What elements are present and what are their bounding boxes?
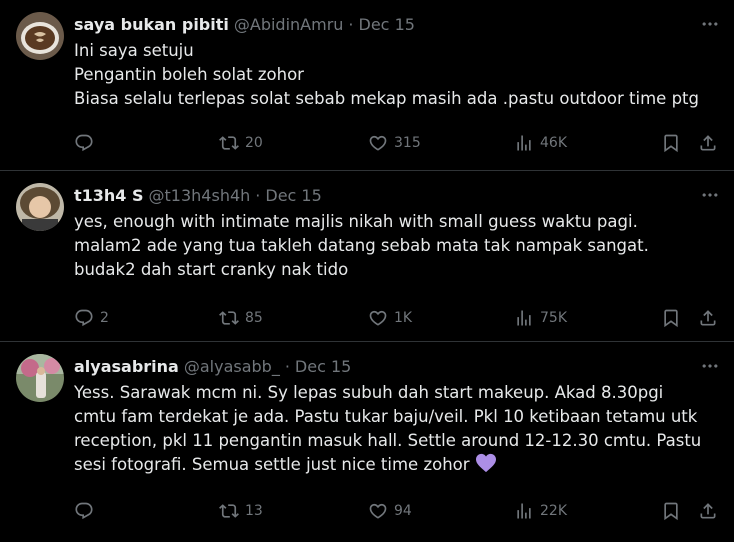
like-icon [368,501,388,521]
share-icon [698,308,718,328]
reply-count: 2 [100,310,109,326]
views-icon [514,308,534,328]
bookmark-icon [661,501,681,521]
view-count: 46K [540,135,567,151]
more-options-icon[interactable] [700,185,720,205]
user-handle[interactable]: @t13h4sh4h [149,186,251,205]
user-handle[interactable]: @alyasabb_ [184,357,280,376]
tweet[interactable]: alyasabrina @alyasabb_ · Dec 15 Yess. Sa… [0,342,734,542]
bookmark-button[interactable] [661,500,681,522]
avatar[interactable] [16,183,64,231]
reply-button[interactable] [74,132,100,154]
separator-dot: · [255,185,261,205]
tweet-line: Yess. Sarawak mcm ni. Sy lepas subuh dah… [74,383,664,402]
tweet-line: Pengantin boleh solat zohor [74,65,304,84]
repost-button[interactable]: 13 [219,500,263,522]
bookmark-icon [661,308,681,328]
share-icon [698,501,718,521]
tweet[interactable]: t13h4 S @t13h4sh4h · Dec 15 yes, enough … [0,171,734,342]
tweet-text: Ini saya setuju Pengantin boleh solat zo… [74,39,724,111]
views-button[interactable]: 75K [514,307,567,329]
tweet-line: budak2 dah start cranky nak tido [74,260,349,279]
repost-button[interactable]: 20 [219,132,263,154]
views-icon [514,501,534,521]
tweet-line: reception, pkl 11 pengantin masuk hall. … [74,431,702,450]
like-button[interactable]: 1K [368,307,412,329]
repost-count: 13 [245,503,263,519]
tweet-line: malam2 ade yang tua takleh datang sebab … [74,236,649,255]
action-bar: 2 85 1K 75K [74,307,720,329]
tweet-line: sesi fotografi. Semua settle just nice t… [74,455,470,474]
purple-heart-icon [475,453,496,473]
views-icon [514,133,534,153]
tweet-line: yes, enough with intimate majlis nikah w… [74,212,638,231]
share-button[interactable] [698,307,718,329]
avatar[interactable] [16,12,64,60]
post-date[interactable]: Dec 15 [295,357,351,376]
view-count: 75K [540,310,567,326]
separator-dot: · [284,356,290,376]
action-bar: 13 94 22K [74,500,720,522]
reply-icon [74,308,94,328]
tweet-line: cmtu fam terdekat je ada. Pastu tukar ba… [74,407,698,426]
post-date[interactable]: Dec 15 [359,15,415,34]
separator-dot: · [348,14,354,34]
reply-button[interactable]: 2 [74,307,109,329]
more-options-icon[interactable] [700,14,720,34]
display-name[interactable]: t13h4 S [74,186,144,205]
display-name[interactable]: alyasabrina [74,357,179,376]
tweet-line: Biasa selalu terlepas solat sebab mekap … [74,89,699,108]
reply-icon [74,501,94,521]
like-button[interactable]: 315 [368,132,421,154]
like-count: 94 [394,503,412,519]
repost-count: 20 [245,135,263,151]
share-button[interactable] [698,132,718,154]
post-date[interactable]: Dec 15 [265,186,321,205]
bookmark-icon [661,133,681,153]
more-options-icon[interactable] [700,356,720,376]
repost-icon [219,308,239,328]
tweet-text: yes, enough with intimate majlis nikah w… [74,210,724,282]
repost-icon [219,501,239,521]
avatar[interactable] [16,354,64,402]
like-icon [368,133,388,153]
action-bar: 20 315 46K [74,132,720,154]
repost-count: 85 [245,310,263,326]
tweet-line: Ini saya setuju [74,41,194,60]
like-button[interactable]: 94 [368,500,412,522]
like-icon [368,308,388,328]
views-button[interactable]: 22K [514,500,567,522]
reply-button[interactable] [74,500,100,522]
tweet[interactable]: saya bukan pibiti @AbidinAmru · Dec 15 I… [0,0,734,171]
user-handle[interactable]: @AbidinAmru [234,15,344,34]
repost-button[interactable]: 85 [219,307,263,329]
share-button[interactable] [698,500,718,522]
like-count: 1K [394,310,413,326]
view-count: 22K [540,503,567,519]
tweet-text: Yess. Sarawak mcm ni. Sy lepas subuh dah… [74,381,724,477]
views-button[interactable]: 46K [514,132,567,154]
reply-icon [74,133,94,153]
share-icon [698,133,718,153]
repost-icon [219,133,239,153]
like-count: 315 [394,135,421,151]
display-name[interactable]: saya bukan pibiti [74,15,229,34]
bookmark-button[interactable] [661,132,681,154]
bookmark-button[interactable] [661,307,681,329]
